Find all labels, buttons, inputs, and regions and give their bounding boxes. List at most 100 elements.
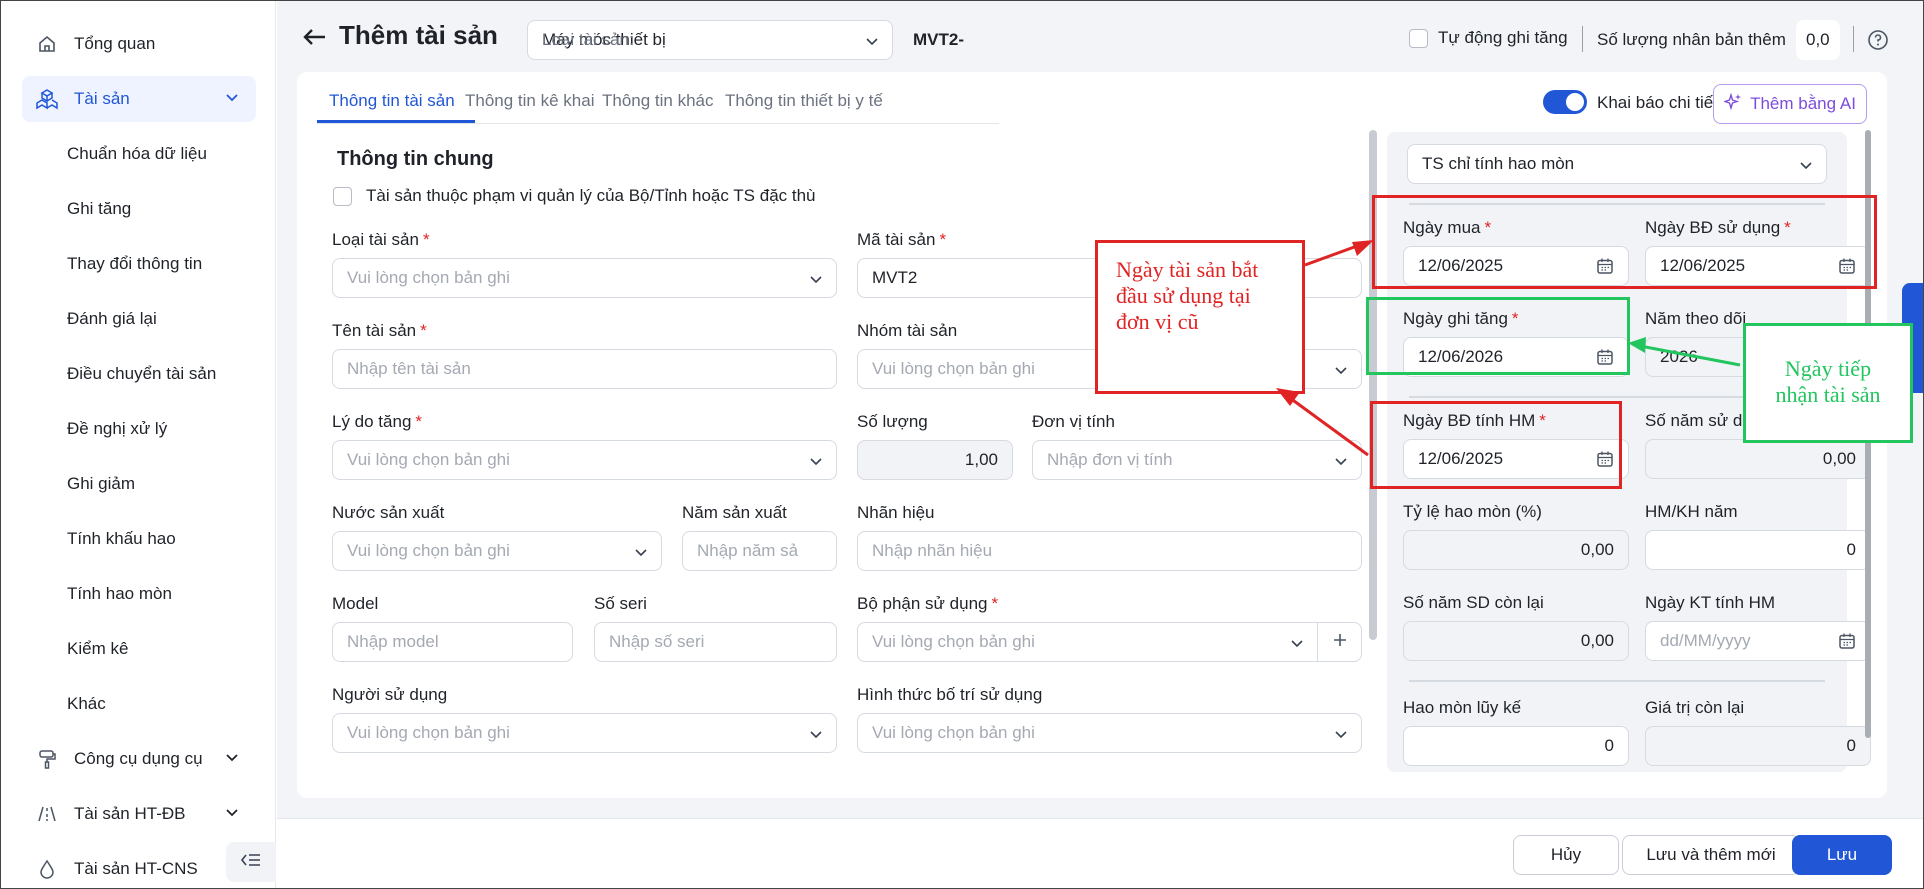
arrange-field[interactable]: Vui lòng chọn bản ghi	[857, 713, 1362, 753]
country-field[interactable]: Vui lòng chọn bản ghi	[332, 531, 662, 571]
annotation-note-green: Ngày tiếp nhận tài sản	[1743, 323, 1913, 443]
sub-item-1[interactable]: Ghi tăng	[67, 199, 131, 219]
unit-field[interactable]: Nhập đơn vị tính	[1032, 440, 1362, 480]
remaining-years-field[interactable]: 0,00	[1403, 621, 1629, 661]
reason-placeholder: Vui lòng chọn bản ghi	[347, 450, 510, 469]
add-with-ai-label: Thêm bằng AI	[1750, 94, 1856, 113]
years-field[interactable]: 0,00	[1645, 439, 1871, 479]
asset-type-label-text: Loại tài sản	[332, 230, 419, 249]
sub-item-9[interactable]: Kiểm kê	[67, 639, 128, 659]
nav-tools-label: Công cụ dụng cụ	[74, 749, 203, 768]
detail-toggle-label: Khai báo chi tiết	[1597, 93, 1718, 112]
nav-infra-water-label: Tài sản HT-CNS	[74, 859, 198, 878]
reason-field[interactable]: Vui lòng chọn bản ghi	[332, 440, 837, 480]
serial-field[interactable]: Nhập số seri	[594, 622, 837, 662]
dept-placeholder: Vui lòng chọn bản ghi	[872, 632, 1035, 651]
residual-field[interactable]: 0	[1645, 726, 1871, 766]
add-with-ai-button[interactable]: Thêm bằng AI	[1713, 84, 1867, 124]
tab-medical[interactable]: Thông tin thiết bị y tế	[725, 91, 883, 111]
save-button[interactable]: Lưu	[1792, 835, 1892, 875]
sub-item-4[interactable]: Điều chuyển tài sản	[67, 364, 216, 384]
accum-label: Hao mòn lũy kế	[1403, 698, 1522, 717]
country-placeholder: Vui lòng chọn bản ghi	[347, 541, 510, 560]
user-field[interactable]: Vui lòng chọn bản ghi	[332, 713, 837, 753]
model-field[interactable]: Nhập model	[332, 622, 573, 662]
topbar: Thêm tài sản Loại tài sản: Máy móc thiết…	[277, 0, 1924, 78]
nav-infra-water[interactable]: Tài sản HT-CNS	[22, 846, 256, 889]
help-icon[interactable]	[1867, 29, 1889, 56]
serial-label: Số seri	[594, 594, 647, 613]
quantity-field[interactable]: 1,00	[857, 440, 1013, 480]
footer-bar: Hủy Lưu và thêm mới Lưu	[277, 818, 1924, 889]
auto-record-checkbox[interactable]: Tự động ghi tăng	[1409, 28, 1568, 48]
user-label: Người sử dụng	[332, 685, 448, 704]
chevron-down-icon	[1798, 157, 1814, 178]
depreciation-mode-select[interactable]: TS chỉ tính hao mòn	[1407, 144, 1827, 184]
chevron-down-icon	[864, 33, 880, 54]
clone-count-input[interactable]: 0,0	[1796, 20, 1840, 60]
save-and-new-button[interactable]: Lưu và thêm mới	[1622, 835, 1800, 875]
residual-label: Giá trị còn lại	[1645, 698, 1745, 717]
detail-toggle[interactable]	[1543, 90, 1587, 114]
annual-field[interactable]: 0	[1645, 530, 1871, 570]
rate-label: Tỷ lệ hao mòn (%)	[1403, 502, 1542, 521]
auto-record-label: Tự động ghi tăng	[1438, 28, 1568, 47]
sub-item-10[interactable]: Khác	[67, 694, 106, 714]
sub-item-0[interactable]: Chuẩn hóa dữ liệu	[67, 144, 207, 164]
chevron-down-icon	[224, 749, 240, 770]
year-field[interactable]: Nhập năm sả	[682, 531, 837, 571]
nav-assets-label: Tài sản	[74, 89, 130, 108]
dept-field[interactable]: Vui lòng chọn bản ghi	[857, 622, 1318, 662]
back-arrow-icon[interactable]	[299, 22, 329, 52]
tab-declaration[interactable]: Thông tin kê khai	[465, 91, 594, 111]
divider	[1582, 26, 1583, 52]
sub-item-3[interactable]: Đánh giá lại	[67, 309, 157, 329]
sub-item-8[interactable]: Tính hao mòn	[67, 584, 172, 604]
accum-field[interactable]: 0	[1403, 726, 1629, 766]
nav-infra-road[interactable]: Tài sản HT-ĐB	[22, 791, 256, 837]
chevron-down-icon	[808, 726, 824, 747]
arrange-label: Hình thức bố trí sử dụng	[857, 685, 1043, 704]
nav-tools[interactable]: Công cụ dụng cụ	[22, 736, 256, 782]
scope-checkbox[interactable]: Tài sản thuộc phạm vi quản lý của Bộ/Tỉn…	[333, 186, 816, 206]
tab-asset-info[interactable]: Thông tin tài sản	[329, 91, 455, 111]
annotation-box-red	[1372, 195, 1877, 289]
asset-form-card: Thông tin tài sản Thông tin kê khai Thôn…	[297, 72, 1887, 798]
checkbox-box[interactable]	[1409, 28, 1428, 48]
unit-label: Đơn vị tính	[1032, 412, 1115, 431]
reason-label-text: Lý do tăng	[332, 412, 412, 431]
asset-type-select-label: Loại tài sản:	[542, 30, 634, 49]
clone-count-label: Số lượng nhân bản thêm	[1597, 30, 1786, 49]
sub-item-7[interactable]: Tính khấu hao	[67, 529, 176, 549]
sub-item-2[interactable]: Thay đổi thông tin	[67, 254, 202, 274]
asset-group-placeholder: Vui lòng chọn bản ghi	[872, 359, 1035, 378]
asset-code-label: Mã tài sản *	[857, 230, 947, 249]
nav-assets[interactable]: Tài sản	[22, 76, 256, 122]
asset-code-prefix: MVT2-	[913, 30, 964, 49]
collapse-sidebar-button[interactable]	[226, 842, 276, 882]
country-label: Nước sản xuất	[332, 503, 445, 522]
track-year-label: Năm theo dõi	[1645, 309, 1747, 328]
nav-infra-road-label: Tài sản HT-ĐB	[74, 804, 186, 823]
scope-checkbox-label: Tài sản thuộc phạm vi quản lý của Bộ/Tỉn…	[366, 186, 816, 205]
asset-type-select[interactable]: Loại tài sản: Máy móc thiết bị	[527, 20, 893, 60]
sub-item-5[interactable]: Đề nghị xử lý	[67, 419, 167, 439]
model-label: Model	[332, 594, 379, 613]
collapse-left-icon	[240, 851, 262, 874]
asset-name-label-text: Tên tài sản	[332, 321, 417, 340]
add-dept-button[interactable]	[1318, 622, 1362, 662]
chevron-down-icon	[1333, 362, 1349, 383]
nav-overview[interactable]: Tổng quan	[22, 21, 256, 67]
sparkle-icon	[1722, 92, 1742, 116]
dep-end-field[interactable]: dd/MM/yyyy	[1645, 621, 1871, 661]
asset-type-field[interactable]: Vui lòng chọn bản ghi	[332, 258, 837, 298]
asset-name-field[interactable]: Nhập tên tài sản	[332, 349, 837, 389]
tab-other[interactable]: Thông tin khác	[602, 91, 714, 111]
brand-field[interactable]: Nhập nhãn hiệu	[857, 531, 1362, 571]
checkbox-box[interactable]	[333, 186, 352, 206]
cancel-button[interactable]: Hủy	[1513, 835, 1619, 875]
dept-label: Bộ phận sử dụng *	[857, 594, 999, 613]
sub-item-6[interactable]: Ghi giảm	[67, 474, 135, 494]
rate-field[interactable]: 0,00	[1403, 530, 1629, 570]
calendar-icon[interactable]	[1838, 632, 1856, 655]
